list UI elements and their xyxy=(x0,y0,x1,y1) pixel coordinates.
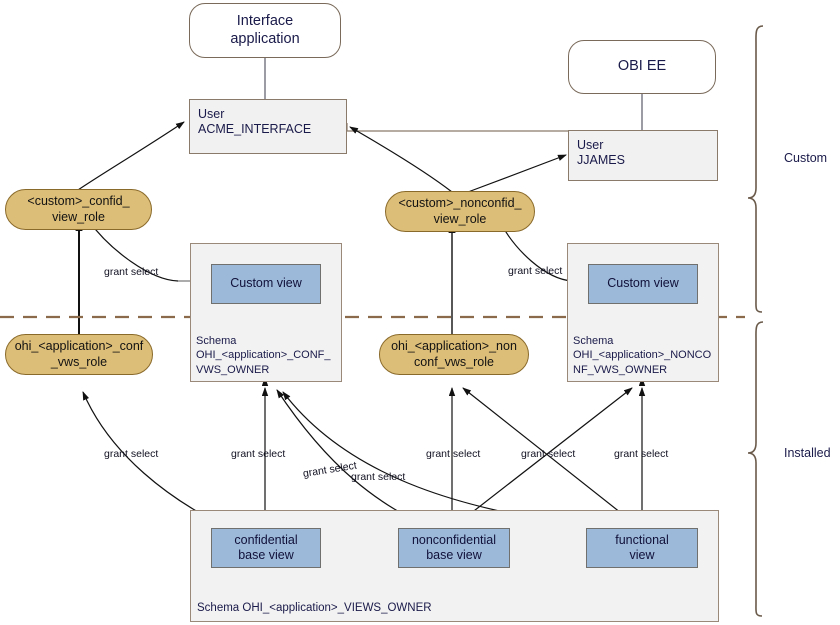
link-jjames-to-acme-horizontal xyxy=(346,123,570,132)
confidential-base-view-label: confidential base view xyxy=(234,532,298,562)
link-nonconfidrole-to-jjames xyxy=(467,154,567,193)
node-user-acme-interface[interactable]: User ACME_INTERFACE xyxy=(189,99,347,154)
link-confidrole-to-acme xyxy=(77,121,185,191)
user-jjames-line2: JJAMES xyxy=(577,153,625,168)
node-user-jjames[interactable]: User JJAMES xyxy=(568,130,718,181)
brace-label-installed: Installed xyxy=(784,446,831,460)
role-ohi-nonconf-label: ohi_<application>_non conf_vws_role xyxy=(391,339,517,369)
brace-label-custom: Custom xyxy=(784,151,828,165)
functional-view-label: functional view xyxy=(615,532,669,562)
brace-installed xyxy=(747,321,764,617)
user-acme-line2: ACME_INTERFACE xyxy=(198,122,312,137)
user-jjames-line1: User xyxy=(577,138,604,152)
node-functional-view[interactable]: functional view xyxy=(586,528,698,568)
node-interface-application[interactable]: Interface application xyxy=(189,3,341,58)
edge-label-grant-select-6: grant select xyxy=(351,471,406,483)
role-custom-confid-label: <custom>_confid_ view_role xyxy=(27,194,130,224)
node-confidential-base-view[interactable]: confidential base view xyxy=(211,528,321,568)
node-role-custom-nonconfid-view[interactable]: <custom>_nonconfid_ view_role xyxy=(385,191,535,232)
link-nonconfidrole-to-acme xyxy=(349,126,453,193)
edge-label-grant-select-5: grant select xyxy=(302,459,358,480)
edge-label-grant-select-1: grant select xyxy=(104,266,159,278)
node-obi-ee[interactable]: OBI EE xyxy=(568,40,716,94)
node-custom-view-conf[interactable]: Custom view xyxy=(211,264,321,304)
user-acme-line1: User xyxy=(198,107,225,121)
interface-application-label: Interface application xyxy=(230,12,300,47)
role-custom-nonconfid-label: <custom>_nonconfid_ view_role xyxy=(398,196,522,226)
node-role-ohi-nonconf-vws[interactable]: ohi_<application>_non conf_vws_role xyxy=(379,334,529,375)
edge-label-grant-select-9: grant select xyxy=(614,448,669,460)
schema-label-conf-vws-owner: Schema OHI_<application>_CONF_ VWS_OWNER xyxy=(196,335,331,376)
edge-label-grant-select-4: grant select xyxy=(231,448,286,460)
schema-label-nonconf-vws-owner: Schema OHI_<application>_NONCO NF_VWS_OW… xyxy=(573,335,712,376)
nonconfidential-base-view-label: nonconfidential base view xyxy=(411,532,497,562)
link-functionalview-to-confschema xyxy=(282,391,601,529)
edge-label-grant-select-2: grant select xyxy=(508,265,563,277)
custom-view-nonconf-label: Custom view xyxy=(607,276,679,291)
node-role-ohi-conf-vws[interactable]: ohi_<application>_conf _vws_role xyxy=(5,334,153,375)
role-ohi-conf-label: ohi_<application>_conf _vws_role xyxy=(14,339,144,369)
edge-label-grant-select-8: grant select xyxy=(521,448,576,460)
link-confbaseview-to-ohiconf xyxy=(82,391,229,529)
schema-label-views-owner: Schema OHI_<application>_VIEWS_OWNER xyxy=(197,602,432,614)
edge-label-grant-select-7: grant select xyxy=(426,448,481,460)
brace-custom xyxy=(747,25,764,313)
node-custom-view-nonconf[interactable]: Custom view xyxy=(588,264,698,304)
node-role-custom-confid-view[interactable]: <custom>_confid_ view_role xyxy=(5,189,152,230)
obi-ee-label: OBI EE xyxy=(617,58,667,75)
edge-label-grant-select-3: grant select xyxy=(104,448,159,460)
custom-view-conf-label: Custom view xyxy=(230,276,302,291)
node-nonconfidential-base-view[interactable]: nonconfidential base view xyxy=(398,528,510,568)
diagram-canvas: Interface application OBI EE User ACME_I… xyxy=(0,0,840,625)
